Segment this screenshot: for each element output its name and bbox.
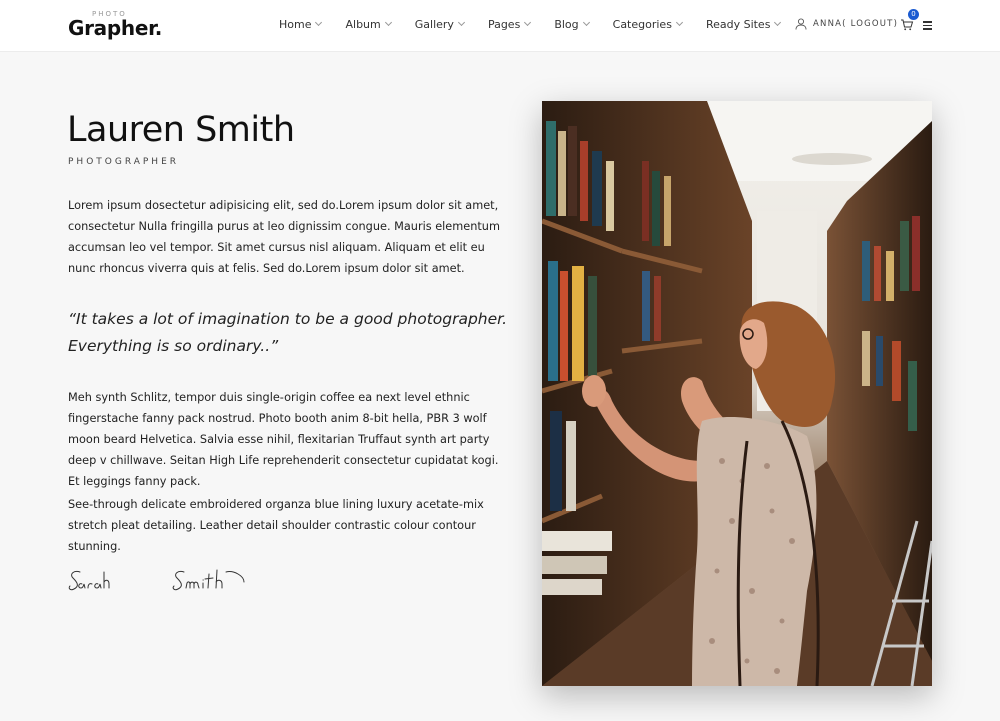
nav-item-label: Categories xyxy=(612,18,672,31)
bio-paragraph-3: See-through delicate embroidered organza… xyxy=(68,498,484,553)
nav-item-label: Home xyxy=(279,18,312,31)
chevron-down-icon xyxy=(315,18,323,27)
bio-paragraph-2: Meh synth Schlitz, tempor duis single-or… xyxy=(68,391,499,488)
site-logo[interactable]: PHOTO Grapher. xyxy=(68,10,162,42)
nav-item-gallery[interactable]: Gallery xyxy=(414,18,465,31)
chevron-down-icon xyxy=(384,18,392,27)
bio-paragraph-1: Lorem ipsum dosectetur adipisicing elit,… xyxy=(68,199,500,275)
logo-text: Grapher. xyxy=(68,16,163,40)
quote: “It takes a lot of imagination to be a g… xyxy=(68,310,508,355)
cart-icon[interactable] xyxy=(900,18,914,32)
nav-item-label: Gallery xyxy=(414,18,454,31)
nav-item-pages[interactable]: Pages xyxy=(487,18,532,31)
cart-count-badge: 0 xyxy=(908,9,919,20)
nav-item-label: Blog xyxy=(554,18,579,31)
profile-role: PHOTOGRAPHER xyxy=(68,157,180,167)
chevron-down-icon xyxy=(582,18,590,27)
nav-item-label: Ready Sites xyxy=(705,18,771,31)
site-header: PHOTO Grapher. Home Album Gallery Pages … xyxy=(0,0,1000,52)
library-photo xyxy=(542,101,932,686)
nav-item-home[interactable]: Home xyxy=(279,18,323,31)
hamburger-menu-icon[interactable] xyxy=(923,21,932,30)
profile-name: Lauren Smith xyxy=(67,110,295,150)
user-account-link[interactable]: ANNA( LOGOUT) xyxy=(795,18,898,30)
chevron-down-icon xyxy=(675,18,683,27)
signature-image xyxy=(68,569,245,591)
main-nav: Home Album Gallery Pages Blog Categories… xyxy=(279,18,804,31)
nav-item-album[interactable]: Album xyxy=(345,18,392,31)
chevron-down-icon xyxy=(524,18,532,27)
user-icon xyxy=(795,18,807,30)
nav-item-label: Album xyxy=(345,18,381,31)
nav-item-blog[interactable]: Blog xyxy=(554,18,590,31)
nav-item-categories[interactable]: Categories xyxy=(612,18,683,31)
nav-item-ready-sites[interactable]: Ready Sites xyxy=(705,18,782,31)
user-logout-label: ANNA( LOGOUT) xyxy=(813,19,899,29)
chevron-down-icon xyxy=(774,18,782,27)
chevron-down-icon xyxy=(457,18,465,27)
nav-item-label: Pages xyxy=(487,18,521,31)
